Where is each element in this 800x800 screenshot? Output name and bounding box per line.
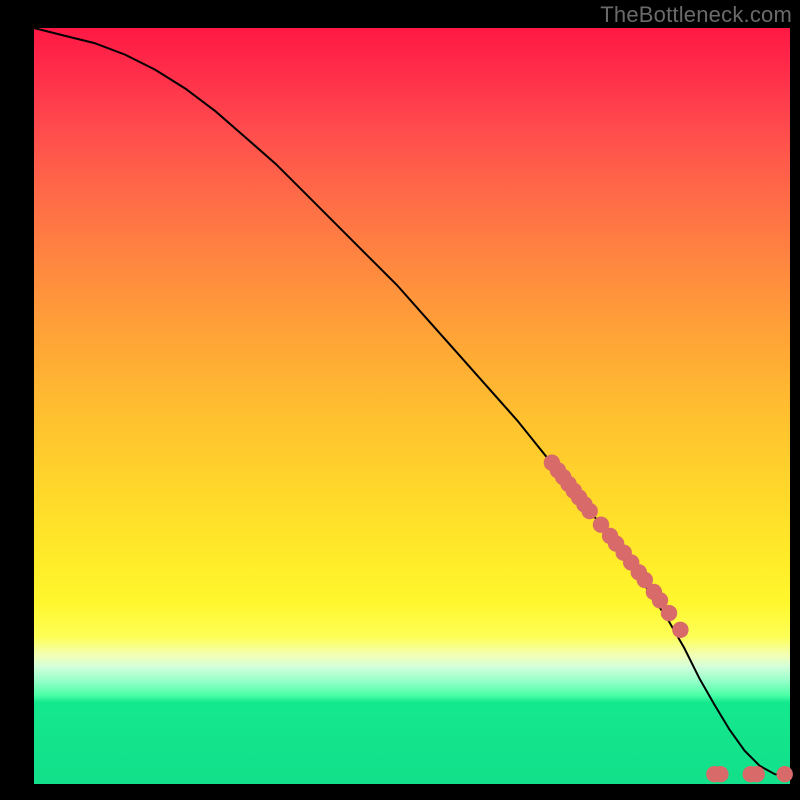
scatter-group bbox=[544, 455, 793, 783]
chart-svg bbox=[34, 28, 790, 784]
data-point bbox=[777, 766, 793, 782]
data-point bbox=[712, 766, 728, 782]
data-point bbox=[749, 766, 765, 782]
data-point bbox=[582, 503, 598, 519]
attribution-text: TheBottleneck.com bbox=[600, 2, 792, 28]
data-point bbox=[661, 605, 677, 621]
data-point bbox=[672, 622, 688, 638]
bottleneck-curve bbox=[34, 28, 790, 776]
plot-area bbox=[34, 28, 790, 784]
